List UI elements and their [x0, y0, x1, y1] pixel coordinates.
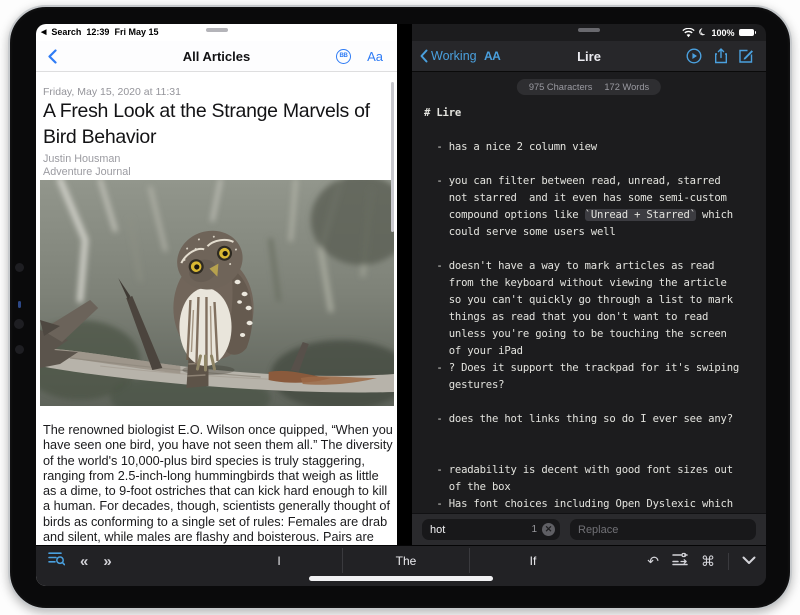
back-to-app-label[interactable]: Search	[51, 27, 81, 37]
predictive-suggestion[interactable]: The	[342, 548, 469, 573]
replace-placeholder: Replace	[578, 524, 618, 536]
article-title: A Fresh Look at the Strange Marvels of B…	[43, 98, 393, 150]
front-camera	[15, 263, 24, 272]
compose-button[interactable]	[738, 48, 754, 64]
dismiss-keyboard-button[interactable]	[742, 552, 756, 570]
wifi-icon	[682, 28, 695, 38]
preview-button[interactable]	[686, 48, 702, 64]
find-in-list-button[interactable]	[48, 551, 65, 571]
toolbar-right-group: ↶ ⌘	[647, 549, 756, 573]
markdown-editor[interactable]: # Lire - has a nice 2 column view - you …	[424, 105, 760, 513]
status-date: Fri May 15	[114, 27, 158, 37]
next-match-button[interactable]: »	[103, 554, 111, 569]
word-count: 172 Words	[604, 82, 649, 92]
sensor-dot	[14, 319, 24, 329]
find-query: hot	[430, 524, 445, 536]
screenshot-page: ◀ Search 12:39 Fri May 15 All Articles B…	[0, 0, 800, 615]
keyboard-shortcuts-button[interactable]: ⌘	[701, 554, 715, 568]
reader-badge-icon: BB	[336, 49, 351, 64]
find-replace-bar: hot 1 ✕ Replace	[412, 513, 766, 545]
predictive-text-bar: ITheIf	[216, 548, 596, 573]
reader-nav-bar: All Articles BB Aa	[36, 41, 397, 72]
text-appearance-button[interactable]: Aa	[367, 49, 383, 64]
compose-icon	[738, 48, 754, 64]
editor-app-pane: ☾ 100% Working AA Lire	[412, 24, 766, 586]
battery-icon	[739, 29, 757, 36]
match-count: 1	[531, 524, 537, 535]
battery-percent: 100%	[711, 28, 734, 38]
home-indicator[interactable]	[309, 576, 493, 581]
window-drag-handle[interactable]	[206, 28, 228, 32]
status-bar-left: ◀ Search 12:39 Fri May 15	[41, 27, 158, 37]
toolbar-left-group: « »	[48, 549, 112, 573]
text-size-icon: Aa	[367, 49, 383, 64]
predictive-suggestion[interactable]: If	[469, 548, 596, 573]
article-source: Adventure Journal	[43, 166, 131, 178]
status-time: 12:39	[86, 27, 109, 37]
find-input[interactable]: hot 1 ✕	[422, 519, 560, 540]
play-circle-icon	[686, 48, 702, 64]
find-replace-button[interactable]	[672, 552, 688, 571]
moon-icon: ☾	[697, 26, 709, 39]
predictive-suggestion[interactable]: I	[216, 548, 342, 573]
character-count: 975 Characters	[529, 82, 593, 92]
reader-app-pane: ◀ Search 12:39 Fri May 15 All Articles B…	[36, 24, 397, 586]
owl-photo-illustration	[40, 180, 394, 406]
article-photo-owl	[40, 180, 394, 406]
screen: ◀ Search 12:39 Fri May 15 All Articles B…	[36, 24, 766, 586]
pencil-indicator	[18, 301, 21, 308]
share-button[interactable]	[714, 48, 728, 64]
toolbar-divider	[728, 553, 729, 570]
chevron-down-icon	[742, 556, 756, 565]
article-date: Friday, May 15, 2020 at 11:31	[43, 86, 181, 98]
ipad-device: ◀ Search 12:39 Fri May 15 All Articles B…	[8, 5, 792, 610]
reader-view-button[interactable]: BB	[336, 49, 351, 64]
share-icon	[714, 48, 728, 64]
editor-nav-title: Lire	[412, 49, 766, 64]
clear-search-button[interactable]: ✕	[542, 523, 555, 536]
replace-input[interactable]: Replace	[570, 519, 756, 540]
search-list-icon	[48, 551, 65, 566]
sensor-dot	[15, 345, 24, 354]
find-replace-icon	[672, 552, 688, 566]
editor-nav-bar: Working AA Lire	[412, 41, 766, 72]
document-stats-pill: 975 Characters 172 Words	[517, 79, 661, 95]
article-body: The renowned biologist E.O. Wilson once …	[43, 423, 394, 561]
window-drag-handle[interactable]	[578, 28, 600, 32]
previous-match-button[interactable]: «	[80, 554, 88, 569]
status-bar-right: ☾ 100%	[682, 27, 756, 38]
back-to-app-icon[interactable]: ◀	[41, 28, 46, 36]
article-author: Justin Housman	[43, 153, 120, 165]
article-scrollbar[interactable]	[391, 82, 394, 232]
undo-button[interactable]: ↶	[647, 554, 659, 568]
